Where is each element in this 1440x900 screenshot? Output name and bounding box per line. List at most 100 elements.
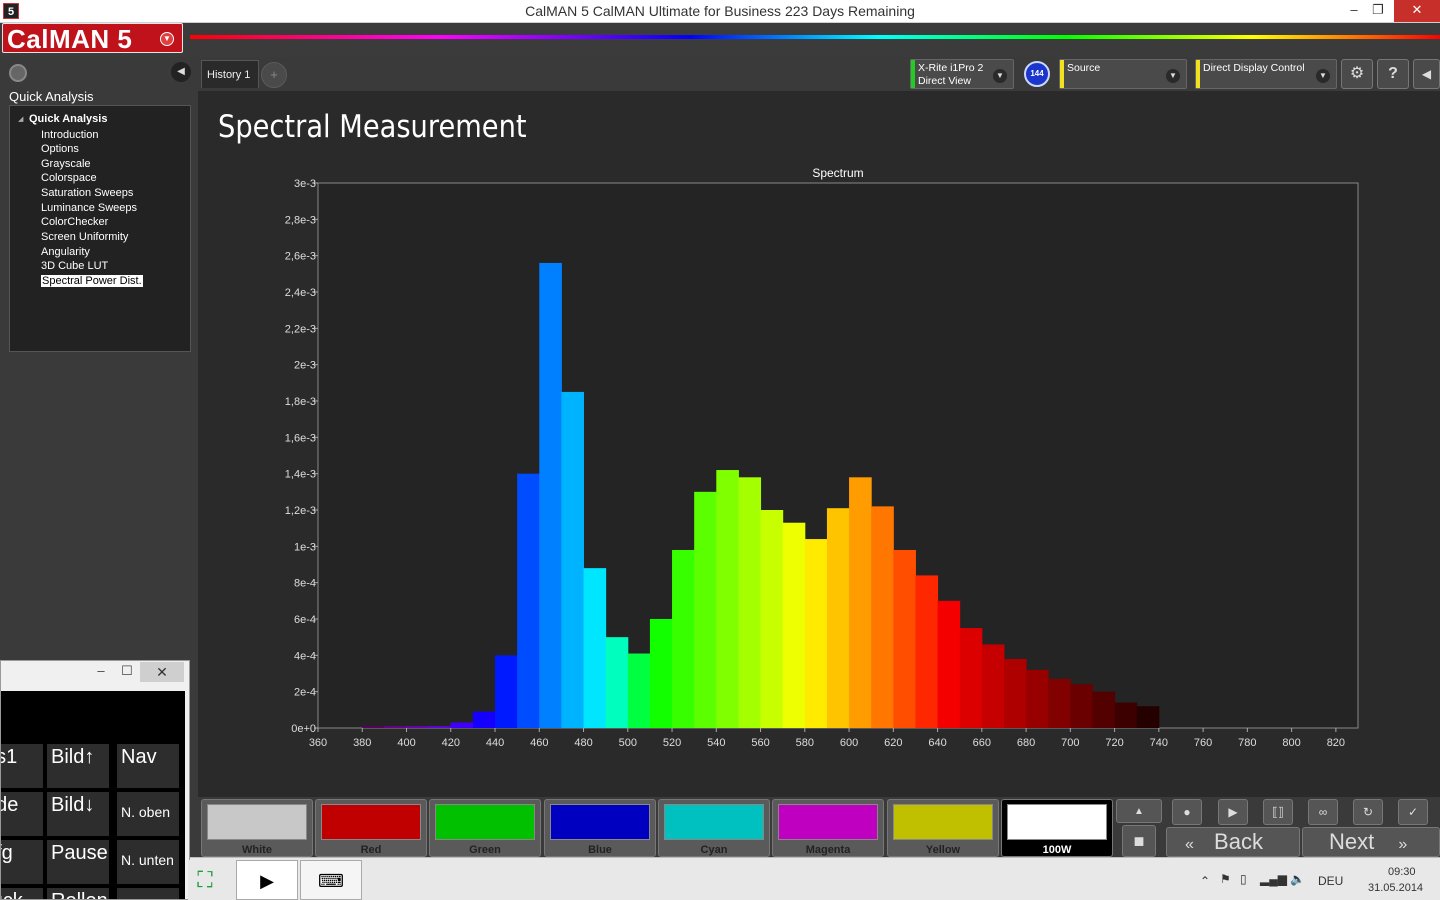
key-blank[interactable] (117, 888, 179, 899)
add-tab-button[interactable]: + (261, 62, 287, 88)
maximize-button[interactable]: ❐ (1362, 0, 1394, 22)
calman-taskbar-icon[interactable]: ▶ (236, 860, 298, 900)
workflow-icon[interactable] (9, 64, 27, 82)
refresh-icon[interactable]: ↻ (1353, 799, 1383, 825)
back-button[interactable]: « Back (1166, 827, 1300, 857)
continuous-icon[interactable]: ∞ (1308, 799, 1338, 825)
key-page-down[interactable]: Bild↓ (47, 792, 109, 836)
tree-item-3d-cube-lut[interactable]: 3D Cube LUT (41, 260, 108, 272)
display-selector[interactable]: Direct Display Control ▼ (1195, 59, 1337, 89)
stop-icon[interactable]: ● (1172, 799, 1202, 825)
tree-item-colorspace[interactable]: Colorspace (41, 172, 97, 184)
store-icon[interactable]: ⛶ (188, 860, 222, 900)
key-insert[interactable]: nfg (1, 840, 43, 884)
x-tick-label: 600 (840, 737, 858, 749)
keypad-close-button[interactable]: ✕ (140, 662, 184, 682)
y-tick-label: 2,6e-3 (285, 251, 316, 263)
settings-gear-icon[interactable]: ⚙ (1341, 59, 1373, 89)
x-tick-label: 700 (1061, 737, 1079, 749)
key-end[interactable]: nde (1, 792, 43, 836)
stop-all-icon[interactable]: ■ (1122, 825, 1156, 857)
y-tick-label: 1e-3 (294, 541, 316, 553)
tree-item-options[interactable]: Options (41, 143, 79, 155)
volume-icon[interactable]: 🔈 (1290, 872, 1305, 886)
x-tick-label: 540 (707, 737, 725, 749)
calman-menu-button[interactable]: CalMAN 5 ▼ (2, 23, 183, 54)
close-button[interactable]: ✕ (1394, 0, 1440, 22)
help-icon[interactable]: ? (1377, 59, 1409, 89)
key-pos1[interactable]: os1 (1, 744, 43, 788)
key-move-up[interactable]: N. oben (117, 792, 179, 836)
keypad-maximize-button[interactable]: ☐ (115, 663, 139, 683)
tray-expand-icon[interactable]: ⌃ (1200, 874, 1210, 888)
key-nav[interactable]: Nav (117, 744, 179, 788)
key-print[interactable]: ruck (1, 888, 43, 899)
sidebar: ◀ Quick Analysis ◢ Quick Analysis Introd… (0, 57, 198, 660)
patch-cyan[interactable]: Cyan (658, 799, 770, 857)
chart-title: Spectrum (812, 166, 863, 180)
key-page-up[interactable]: Bild↑ (47, 744, 109, 788)
keypad-minimize-button[interactable]: ‒ (89, 663, 113, 683)
signal-icon[interactable]: ▂▄▆ (1260, 872, 1287, 886)
spectrum-bar (583, 568, 607, 728)
tree-item-luminance-sweeps[interactable]: Luminance Sweeps (41, 202, 137, 214)
y-tick-label: 2,2e-3 (285, 323, 316, 335)
patch-color (893, 804, 993, 840)
patch-yellow[interactable]: Yellow (887, 799, 999, 857)
tree-expand-icon[interactable]: ◢ (18, 115, 23, 123)
tree-item-colorchecker[interactable]: ColorChecker (41, 216, 108, 228)
tree-item-screen-uniformity[interactable]: Screen Uniformity (41, 231, 128, 243)
spectrum-bar (1136, 706, 1160, 728)
spectrum-bar (1114, 702, 1138, 728)
source-selector[interactable]: Source ▼ (1059, 59, 1187, 89)
flag-icon[interactable]: ⚑ (1220, 872, 1231, 886)
y-tick-label: 2,8e-3 (285, 214, 316, 226)
clock-date[interactable]: 31.05.2014 (1368, 882, 1423, 894)
patch-color (550, 804, 650, 840)
checkmark-icon[interactable]: ✓ (1398, 799, 1428, 825)
keypad-body: os1 Bild↑ Nav nde Bild↓ N. oben nfg Paus… (1, 691, 185, 899)
x-tick-label: 800 (1282, 737, 1300, 749)
y-tick-label: 1,2e-3 (285, 505, 316, 517)
patch-red[interactable]: Red (315, 799, 427, 857)
tree-root[interactable]: Quick Analysis (29, 113, 107, 125)
keyboard-taskbar-icon[interactable]: ⌨ (300, 860, 362, 900)
page-title: Spectral Measurement (218, 109, 527, 145)
patch-label: White (242, 844, 272, 856)
tree-item-angularity[interactable]: Angularity (41, 246, 90, 258)
spectrum-bar (1070, 684, 1093, 728)
device-icon[interactable]: ▯ (1240, 872, 1247, 886)
chevron-down-icon: ▼ (1166, 69, 1180, 83)
tree-item-grayscale[interactable]: Grayscale (41, 158, 91, 170)
patch-label: Red (360, 844, 382, 856)
main-area: History 1 + X-Rite i1Pro 2 Direct View ▼… (198, 57, 1440, 857)
clock-time[interactable]: 09:30 (1388, 866, 1416, 878)
patch-magenta[interactable]: Magenta (772, 799, 884, 857)
tab-history-1[interactable]: History 1 (201, 60, 259, 88)
language-indicator[interactable]: DEU (1318, 874, 1343, 888)
spectrum-bar (605, 637, 629, 728)
patch-white[interactable]: White (201, 799, 313, 857)
key-pause[interactable]: Pause (47, 840, 109, 884)
patch-100w[interactable]: 100W (1001, 799, 1113, 857)
tab-strip: History 1 + X-Rite i1Pro 2 Direct View ▼… (198, 57, 1440, 91)
tree-item-introduction[interactable]: Introduction (41, 129, 98, 141)
next-button[interactable]: Next » (1302, 827, 1440, 857)
collapse-right-icon[interactable]: ◀ (1413, 59, 1440, 89)
tree-item-saturation-sweeps[interactable]: Saturation Sweeps (41, 187, 133, 199)
play-icon[interactable]: ▶ (1218, 799, 1248, 825)
patch-label: Blue (588, 844, 612, 856)
patch-blue[interactable]: Blue (544, 799, 656, 857)
meter-badge[interactable]: 144 (1024, 61, 1050, 87)
measure-range-icon[interactable]: ⟦⟧ (1263, 799, 1293, 825)
meter-selector[interactable]: X-Rite i1Pro 2 Direct View ▼ (910, 59, 1014, 89)
tree-item-spectral-power-dist[interactable]: Spectral Power Dist. (41, 275, 143, 287)
source-status-accent (1060, 60, 1064, 88)
patch-green[interactable]: Green (429, 799, 541, 857)
eject-icon[interactable]: ▲ (1116, 799, 1162, 823)
key-scroll[interactable]: Rollen (47, 888, 109, 899)
spectrum-bar (1048, 678, 1071, 728)
collapse-sidebar-button[interactable]: ◀ (171, 62, 191, 82)
key-move-down[interactable]: N. unten (117, 840, 179, 884)
double-chevron-right-icon: » (1398, 836, 1408, 853)
